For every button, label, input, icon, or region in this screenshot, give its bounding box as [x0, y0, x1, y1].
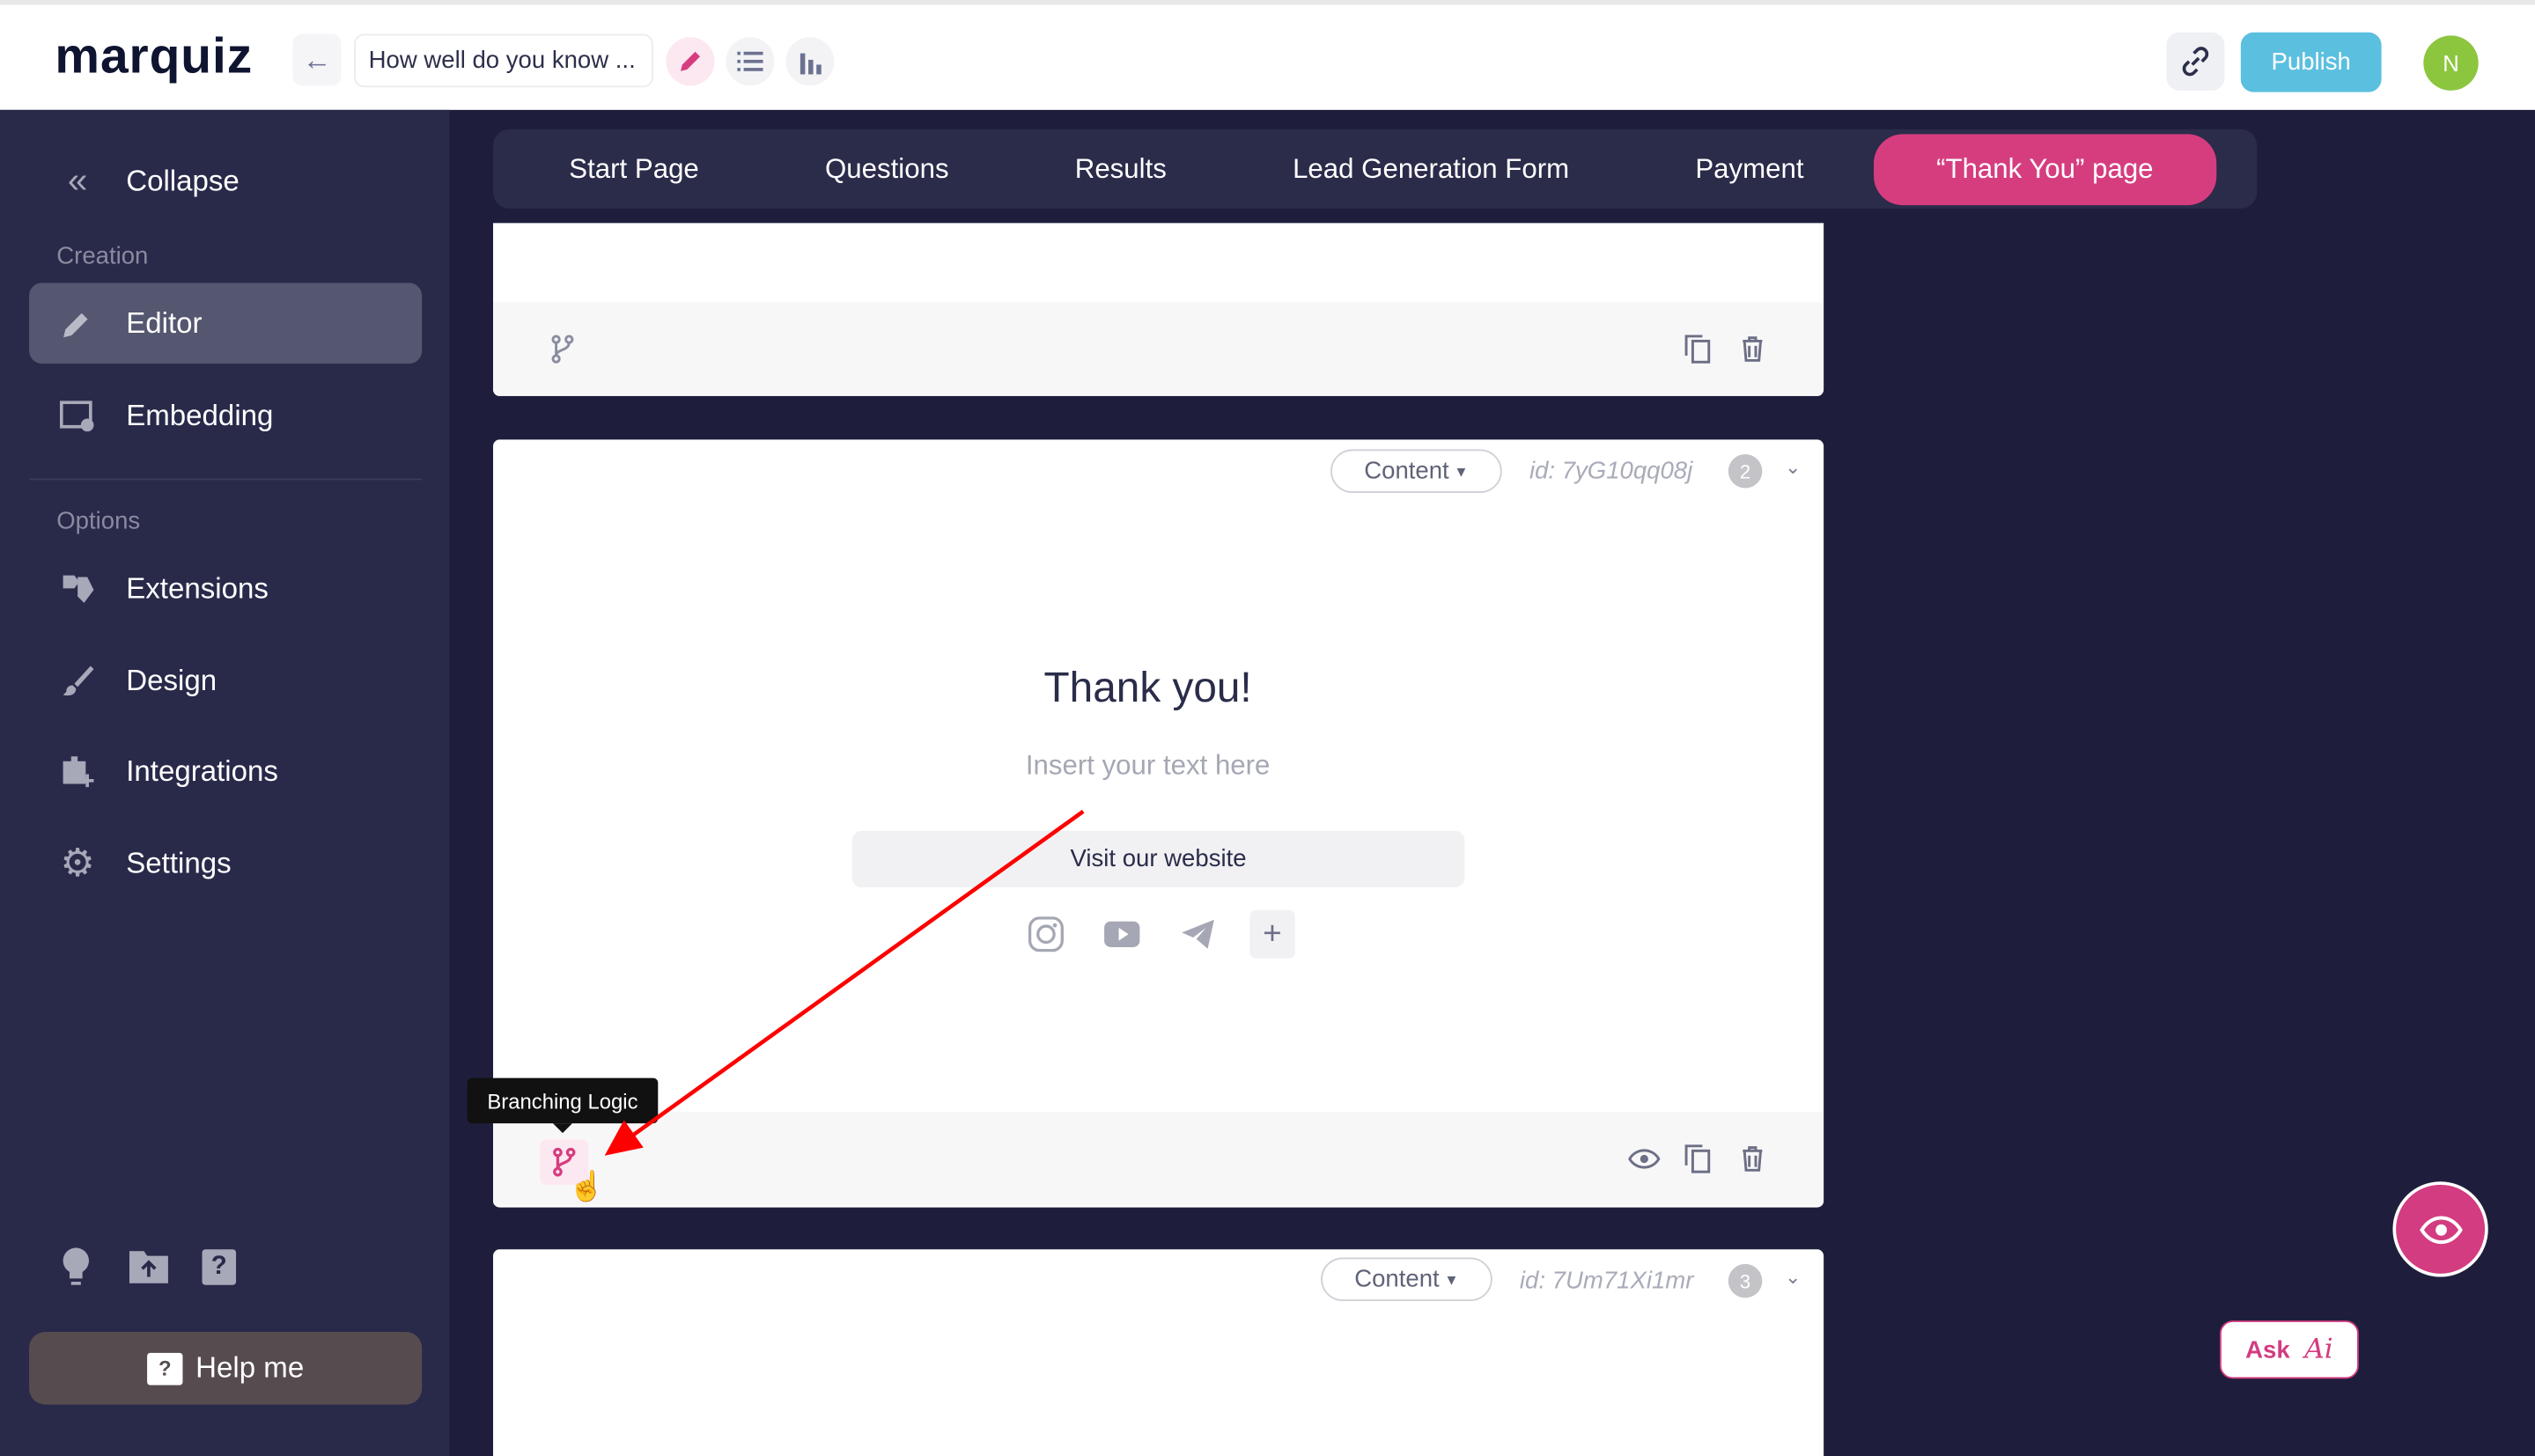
- eye-icon: [2419, 1215, 2462, 1243]
- ask-label: Ask: [2245, 1335, 2290, 1364]
- ask-ai-button[interactable]: Ask Ai: [2219, 1320, 2359, 1379]
- annotation-arrow: [604, 809, 1085, 1156]
- preview-button[interactable]: [2392, 1181, 2488, 1277]
- ai-sparkle-icon: Ai: [2304, 1333, 2333, 1366]
